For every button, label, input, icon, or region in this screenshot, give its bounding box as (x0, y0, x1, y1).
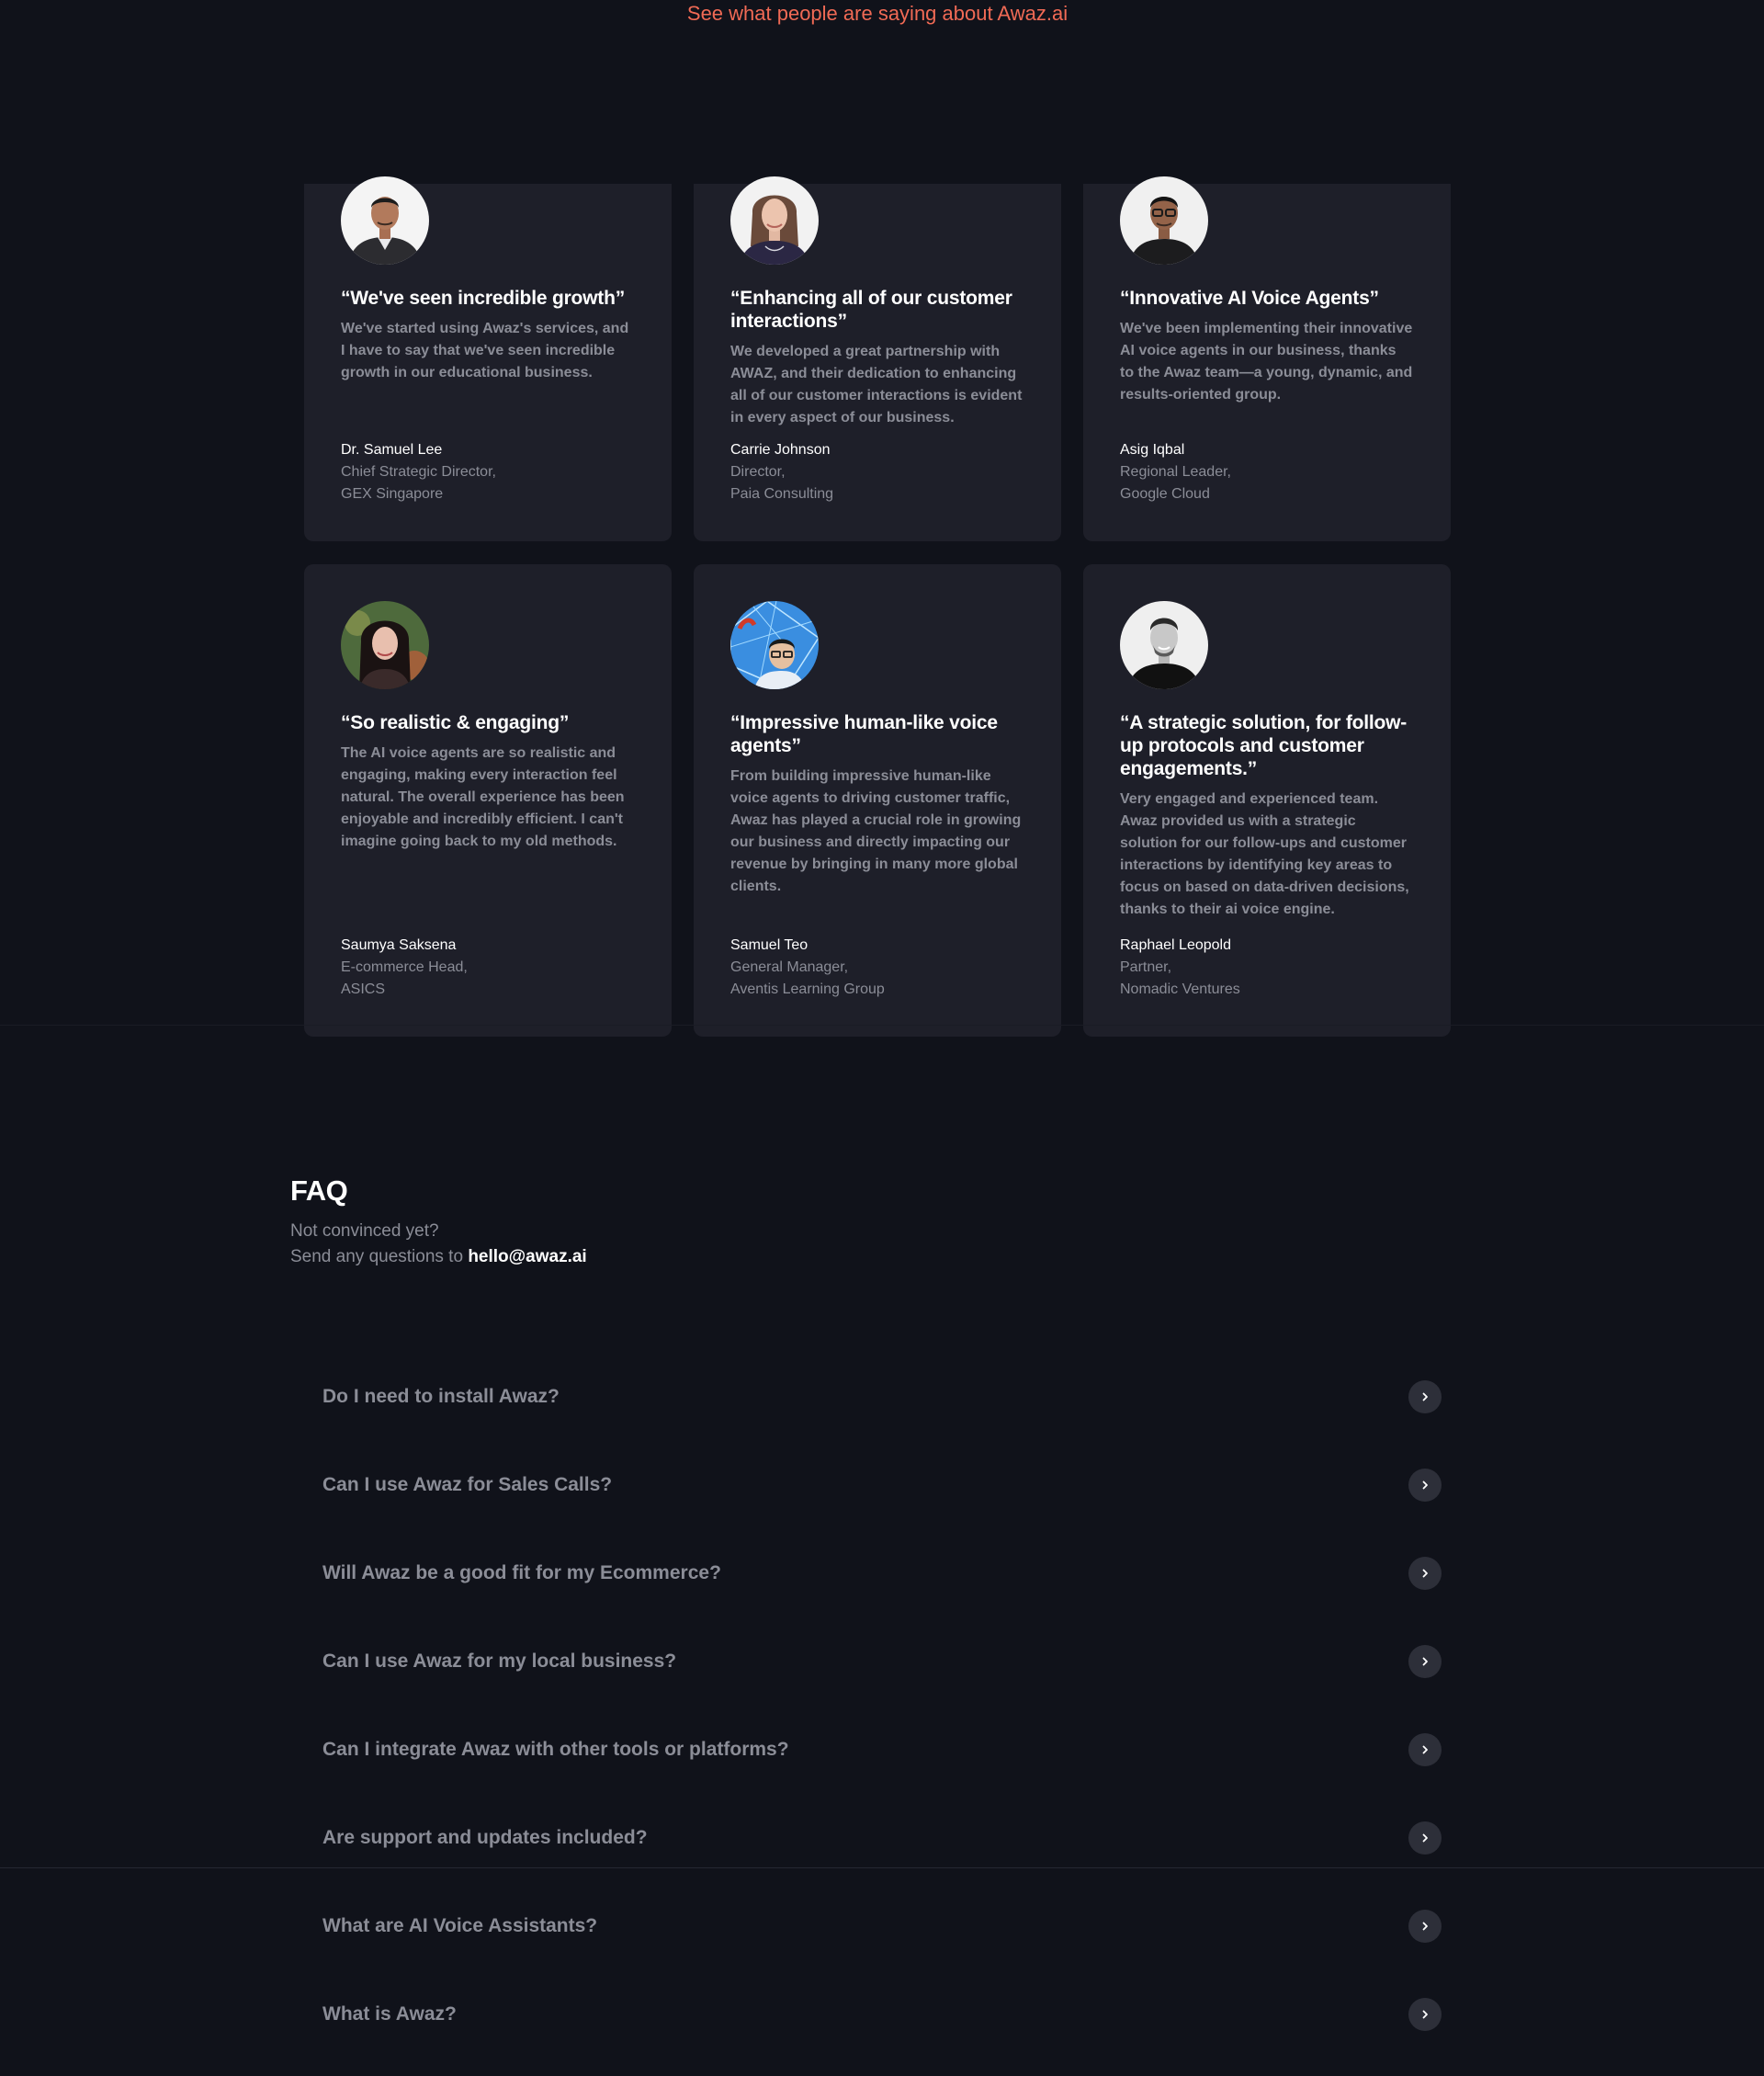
faq-question[interactable]: Can I use Awaz for Sales Calls? (322, 1474, 612, 1496)
faq-expand-button[interactable] (1408, 1733, 1442, 1766)
chevron-right-icon (1422, 1480, 1428, 1490)
testimonial-title: “Impressive human-like voice agents” (730, 712, 998, 756)
faq-header: FAQ Not convinced yet? Send any question… (290, 1174, 587, 1270)
testimonial-quote: The AI voice agents are so realistic and… (341, 745, 625, 849)
testimonial-author: Dr. Samuel Lee Chief Strategic Director,… (341, 439, 496, 505)
section-divider (0, 1867, 1764, 1868)
author-company: Nomadic Ventures (1120, 981, 1240, 997)
faq-item[interactable]: Do I need to install Awaz? (322, 1353, 1442, 1441)
testimonial-author: Saumya Saksena E-commerce Head, ASICS (341, 935, 468, 1001)
testimonial-quote: We've started using Awaz's services, and… (341, 321, 629, 380)
testimonial-title: “A strategic solution, for follow-up pro… (1120, 712, 1408, 779)
faq-item[interactable]: Will Awaz be a good fit for my Ecommerce… (322, 1529, 1442, 1617)
faq-subtitle: Not convinced yet? Send any questions to… (290, 1219, 587, 1270)
page: See what people are saying about Awaz.ai… (0, 0, 1764, 2076)
testimonials-subtitle: See what people are saying about Awaz.ai (686, 2, 1069, 25)
avatar (341, 601, 429, 689)
testimonial-title: “We've seen incredible growth” (341, 288, 626, 309)
testimonial-title: “Enhancing all of our customer interacti… (730, 288, 1012, 332)
avatar (1120, 176, 1208, 265)
testimonial-card: “A strategic solution, for follow-up pro… (1083, 564, 1451, 1037)
faq-question[interactable]: Can I use Awaz for my local business? (322, 1651, 676, 1673)
testimonial-card: “So realistic & engaging” The AI voice a… (304, 564, 672, 1037)
faq-subtitle-line: Not convinced yet? (290, 1221, 439, 1241)
testimonial-quote: We've been implementing their innovative… (1120, 321, 1413, 403)
faq-expand-button[interactable] (1408, 1380, 1442, 1413)
section-divider (0, 1025, 1764, 1026)
faq-title: FAQ (290, 1174, 348, 1207)
author-company: Aventis Learning Group (730, 981, 885, 997)
faq-expand-button[interactable] (1408, 1469, 1442, 1502)
testimonial-author: Asig Iqbal Regional Leader, Google Cloud (1120, 439, 1231, 505)
faq-expand-button[interactable] (1408, 1645, 1442, 1678)
faq-item[interactable]: What is Awaz? (322, 1970, 1442, 2059)
chevron-right-icon (1422, 2010, 1428, 2019)
chevron-right-icon (1422, 1657, 1428, 1666)
faq-question[interactable]: Can I integrate Awaz with other tools or… (322, 1739, 789, 1761)
testimonial-quote: Very engaged and experienced team. Awaz … (1120, 791, 1409, 917)
testimonial-card: “Innovative AI Voice Agents” We've been … (1083, 176, 1451, 541)
faq-question[interactable]: Will Awaz be a good fit for my Ecommerce… (322, 1562, 721, 1584)
author-company: GEX Singapore (341, 486, 444, 502)
author-company: ASICS (341, 981, 386, 997)
chevron-right-icon (1422, 1922, 1428, 1931)
author-name: Raphael Leopold (1120, 937, 1231, 953)
testimonial-quote: We developed a great partnership with AW… (730, 344, 1023, 425)
author-role: E-commerce Head, (341, 959, 468, 975)
avatar (1120, 601, 1208, 689)
author-role: General Manager, (730, 959, 849, 975)
author-role: Director, (730, 464, 786, 480)
author-name: Saumya Saksena (341, 937, 457, 953)
faq-item[interactable]: Can I integrate Awaz with other tools or… (322, 1706, 1442, 1794)
author-company: Paia Consulting (730, 486, 834, 502)
testimonial-author: Samuel Teo General Manager, Aventis Lear… (730, 935, 885, 1001)
faq-question[interactable]: What are AI Voice Assistants? (322, 1915, 597, 1937)
faq-expand-button[interactable] (1408, 1910, 1442, 1943)
testimonial-card: “We've seen incredible growth” We've sta… (304, 176, 672, 541)
author-name: Asig Iqbal (1120, 442, 1185, 458)
testimonial-author: Raphael Leopold Partner, Nomadic Venture… (1120, 935, 1240, 1001)
author-name: Samuel Teo (730, 937, 808, 953)
testimonial-title: “Innovative AI Voice Agents” (1120, 288, 1379, 309)
author-name: Carrie Johnson (730, 442, 831, 458)
faq-list: Do I need to install Awaz? Can I use Awa… (322, 1353, 1442, 2059)
faq-question[interactable]: What is Awaz? (322, 2003, 457, 2025)
chevron-right-icon (1422, 1569, 1428, 1578)
avatar (730, 176, 819, 265)
faq-item[interactable]: Can I use Awaz for my local business? (322, 1617, 1442, 1706)
faq-expand-button[interactable] (1408, 1821, 1442, 1855)
author-company: Google Cloud (1120, 486, 1210, 502)
author-role: Partner, (1120, 959, 1172, 975)
faq-item[interactable]: Are support and updates included? (322, 1794, 1442, 1882)
faq-question[interactable]: Do I need to install Awaz? (322, 1386, 560, 1408)
chevron-right-icon (1422, 1745, 1428, 1754)
testimonial-quote: From building impressive human-like voic… (730, 768, 1022, 894)
faq-item[interactable]: Can I use Awaz for Sales Calls? (322, 1441, 1442, 1529)
faq-expand-button[interactable] (1408, 1998, 1442, 2031)
faq-contact-line: Send any questions to hello@awaz.ai (290, 1244, 587, 1270)
testimonial-card: “Impressive human-like voice agents” Fro… (694, 564, 1061, 1037)
author-role: Chief Strategic Director, (341, 464, 496, 480)
faq-email-link[interactable]: hello@awaz.ai (468, 1247, 586, 1266)
avatar (341, 176, 429, 265)
avatar (730, 601, 819, 689)
author-role: Regional Leader, (1120, 464, 1231, 480)
author-name: Dr. Samuel Lee (341, 442, 443, 458)
testimonial-card: “Enhancing all of our customer interacti… (694, 176, 1061, 541)
testimonial-title: “So realistic & engaging” (341, 712, 570, 733)
chevron-right-icon (1422, 1392, 1428, 1401)
testimonial-author: Carrie Johnson Director, Paia Consulting (730, 439, 833, 505)
chevron-right-icon (1422, 1833, 1428, 1843)
faq-item[interactable]: What are AI Voice Assistants? (322, 1882, 1442, 1970)
faq-question[interactable]: Are support and updates included? (322, 1827, 648, 1849)
testimonials-grid: “We've seen incredible growth” We've sta… (304, 176, 1451, 1037)
faq-expand-button[interactable] (1408, 1557, 1442, 1590)
faq-contact-prefix: Send any questions to (290, 1247, 469, 1266)
